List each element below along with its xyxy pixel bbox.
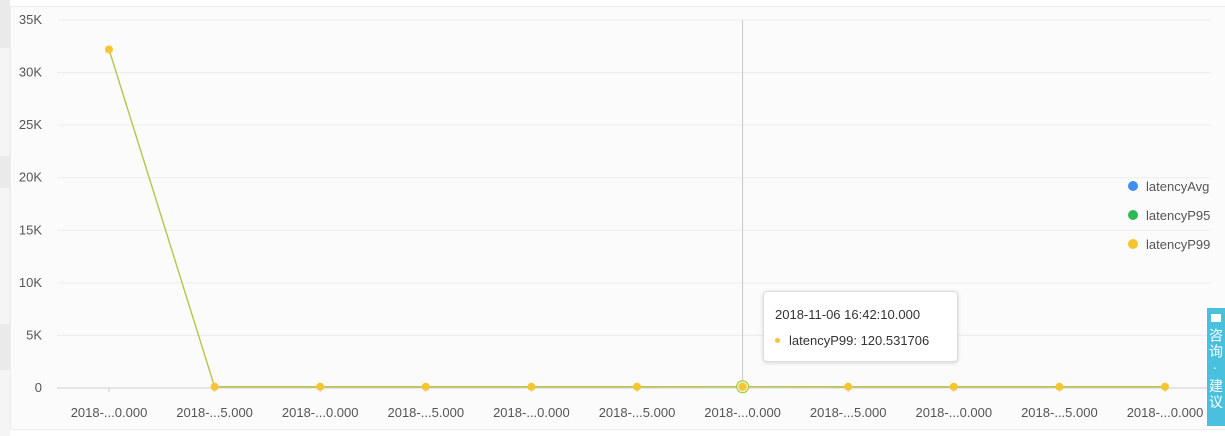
series-line-latencyP99 — [108, 49, 1165, 388]
data-point — [949, 382, 958, 391]
data-point — [844, 382, 853, 391]
data-point — [1161, 382, 1169, 391]
data-point — [738, 382, 747, 391]
left-edge-shade — [0, 0, 10, 48]
y-tick-label: 0 — [35, 380, 42, 395]
x-axis: 2018-...0.000 2018-...5.000 2018-...0.000 2… — [71, 388, 1204, 420]
tooltip-row: latencyP99: 120.531706 — [775, 333, 929, 348]
legend-label: latencyP95 — [1146, 208, 1210, 223]
x-tick-label: 2018-...5.000 — [599, 405, 676, 420]
chart-tooltip: 2018-11-06 16:42:10.000 latencyP99: 120.… — [763, 291, 958, 362]
y-tick-label: 15K — [19, 222, 42, 237]
legend-marker — [1128, 210, 1138, 220]
x-tick-label: 2018-...5.000 — [176, 405, 253, 420]
legend[interactable]: latencyAvg latencyP95 latencyP99 — [1128, 179, 1210, 252]
line-chart: 05K10K15K20K25K30K35K 2018-...0.000 2018-… — [19, 12, 1211, 420]
left-edge-shade — [0, 324, 10, 370]
tooltip-series-dot — [775, 338, 780, 343]
tooltip-series-name: latencyP99 — [789, 333, 854, 348]
legend-marker — [1128, 239, 1138, 249]
tooltip-title: 2018-11-06 16:42:10.000 — [775, 307, 921, 322]
x-tick-label: 2018-...0.000 — [704, 405, 781, 420]
data-point — [210, 382, 219, 391]
x-tick-label: 2018-...0.000 — [915, 405, 992, 420]
x-tick-label: 2018-...0.000 — [71, 405, 148, 420]
grid-lines — [57, 19, 1211, 389]
y-tick-label: 10K — [19, 275, 42, 290]
x-tick-label: 2018-...5.000 — [1021, 405, 1098, 420]
series-layer — [105, 45, 1169, 394]
legend-label: latencyP99 — [1146, 237, 1210, 252]
legend-marker — [1128, 181, 1138, 191]
data-point — [421, 382, 430, 391]
x-tick-label: 2018-...0.000 — [493, 405, 570, 420]
y-tick-label: 30K — [19, 65, 42, 80]
left-edge-strip — [0, 0, 10, 436]
chart-panel: 0 5K 10K 15K 20K 25K 30K 35K 2018-...0.000 2018-… — [10, 6, 1225, 430]
left-edge-shade — [0, 156, 10, 188]
y-tick-label: 25K — [19, 117, 42, 132]
data-point — [633, 382, 641, 391]
y-tick-label: 5K — [26, 327, 42, 342]
data-point — [1055, 382, 1064, 391]
feedback-tab[interactable]: 咨询 · 建议 — [1207, 308, 1225, 426]
x-tick-label: 2018-...5.000 — [810, 405, 887, 420]
chat-icon — [1211, 314, 1221, 322]
y-tick-label: 35K — [19, 12, 42, 27]
y-axis: 0 5K 10K 15K 20K 25K 30K 35K — [19, 12, 42, 395]
tooltip-separator: : — [853, 333, 861, 348]
data-point — [105, 45, 113, 54]
feedback-tab-label: 咨询 · 建议 — [1208, 328, 1224, 411]
x-tick-label: 2018-...0.000 — [1127, 405, 1204, 420]
x-tick-label: 2018-...0.000 — [282, 405, 359, 420]
legend-label: latencyAvg — [1146, 179, 1209, 194]
y-tick-label: 20K — [19, 170, 42, 185]
data-point — [527, 382, 536, 391]
data-point — [316, 382, 325, 391]
tooltip-value: 120.531706 — [860, 333, 930, 348]
x-tick-label: 2018-...5.000 — [387, 405, 464, 420]
